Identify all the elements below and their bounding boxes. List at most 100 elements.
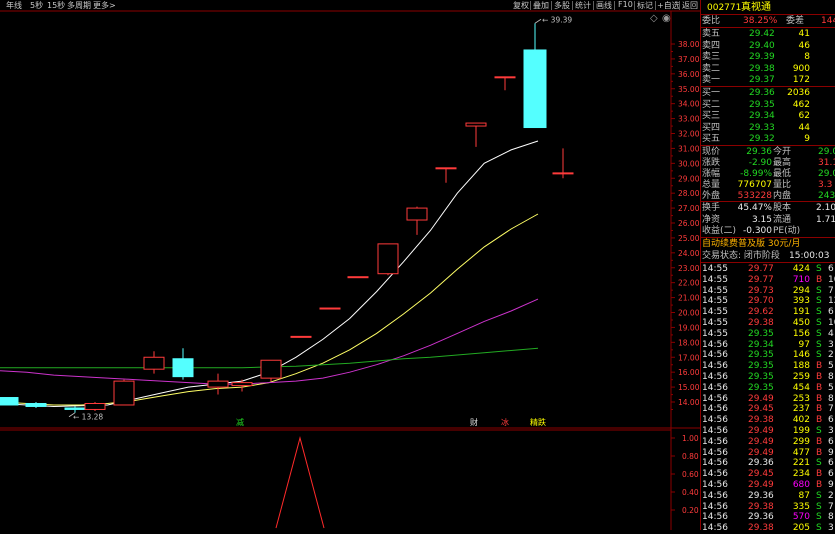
marker-jian[interactable]: 减: [236, 417, 244, 428]
price-axis-label: 15.00: [678, 383, 700, 392]
mark-button[interactable]: 标记: [637, 0, 653, 11]
price-axis-label: 16.00: [678, 368, 700, 377]
candle-body-up: [231, 382, 253, 387]
ask-price: 29.37: [749, 75, 775, 86]
bid-row[interactable]: 买三 29.34 62: [701, 110, 835, 122]
price-axis-label: 27.00: [678, 204, 700, 213]
ask-label: 卖一: [702, 75, 721, 86]
bid-volume: 62: [798, 111, 810, 122]
price-axis-label: 20.00: [678, 309, 700, 318]
low-price-label: ← 13.28: [73, 413, 103, 422]
ask-label: 卖五: [702, 29, 721, 39]
add-watchlist-button[interactable]: +自选: [657, 0, 680, 11]
ask-price: 29.40: [749, 40, 775, 51]
high-price-label: ← 39.39: [542, 15, 572, 24]
tick-volume: 205: [792, 523, 810, 534]
back-button[interactable]: 返回: [682, 0, 698, 11]
ask-label: 卖四: [702, 40, 721, 51]
price-axis-label: 14.00: [678, 398, 700, 407]
stat-value: 2.10: [816, 203, 835, 213]
bid-volume: 44: [798, 122, 810, 133]
bid-row[interactable]: 买二 29.35 462: [701, 99, 835, 111]
ask-label: 卖三: [702, 52, 721, 63]
indicator-axis-label: 0.20: [682, 506, 699, 515]
candle-body-up: [319, 307, 341, 310]
tick-count: 3: [828, 523, 834, 534]
ask-row[interactable]: 卖四 29.40 46: [701, 40, 835, 52]
stat-value: 1.71: [816, 214, 835, 225]
indicator-axis-label: 0.80: [682, 452, 699, 461]
stock-header: 002771 真视通: [701, 2, 835, 14]
ask-volume: 41: [798, 29, 810, 39]
ad-banner[interactable]: 自动续费普及版 30元/月: [701, 238, 835, 250]
candle-body-up: [143, 356, 165, 370]
bid-label: 买三: [702, 111, 721, 122]
marker-bing[interactable]: 冰: [501, 417, 509, 428]
candle-body-down: [25, 402, 47, 407]
price-axis-label: 21.00: [678, 294, 700, 303]
price-axis-label: 31.00: [678, 144, 700, 153]
bid-row[interactable]: 买四 29.33 44: [701, 122, 835, 134]
tick-time: 14:56: [702, 523, 728, 534]
ad-text[interactable]: 自动续费普及版 30元/月: [702, 238, 800, 250]
bid-label: 买五: [702, 134, 721, 145]
stat-label: 换手: [702, 203, 721, 213]
restore-rights-button[interactable]: 复权: [513, 0, 529, 11]
period-15s-button[interactable]: 15秒: [47, 0, 65, 11]
more-button[interactable]: 更多>: [93, 0, 116, 11]
kline-chart[interactable]: ← 39.39 ← 13.28 38.00 37.00 36.00 35.00 34.00…: [0, 0, 700, 530]
candle-body-down: [0, 397, 19, 406]
candle-body-up: [207, 380, 229, 388]
ask-row[interactable]: 卖二 29.38 900: [701, 63, 835, 75]
price-axis-label: 36.00: [678, 70, 700, 79]
stat-value: -0.300: [742, 226, 772, 236]
tick-row: 14:56 29.38 205 S 3: [701, 522, 835, 534]
multi-stock-button[interactable]: 多股: [554, 0, 570, 11]
ask-price: 29.39: [749, 52, 775, 63]
ask-volume: 46: [798, 40, 810, 51]
stock-code: 002771: [707, 3, 742, 13]
ask-row[interactable]: 卖三 29.39 8: [701, 51, 835, 63]
bid-row[interactable]: 买一 29.36 2036: [701, 87, 835, 99]
draw-line-button[interactable]: 画线: [596, 0, 612, 11]
close-icon[interactable]: ◉: [662, 13, 671, 24]
multi-period-button[interactable]: 多周期: [67, 0, 91, 11]
price-axis-label: 23.00: [678, 264, 700, 273]
price-axis-label: 26.00: [678, 219, 700, 228]
ask-volume: 172: [792, 75, 810, 86]
stat-value: 3.15: [751, 214, 772, 225]
candle-body-up: [113, 380, 135, 406]
candle-body-up: [406, 207, 428, 221]
f10-button[interactable]: F10: [618, 0, 633, 9]
bid-row[interactable]: 买五 29.32 9: [701, 133, 835, 145]
price-axis-label: 34.00: [678, 100, 700, 109]
indicator-axis-label: 0.40: [682, 488, 699, 497]
bid-price: 29.34: [749, 111, 775, 122]
stat2-row: 收益(二) -0.300 PE(动): [701, 225, 835, 237]
indicator-axis-label: 0.60: [682, 470, 699, 479]
bid-price: 29.32: [749, 134, 775, 145]
candle-body-up: [465, 122, 487, 127]
overlay-button[interactable]: 叠加: [533, 0, 549, 11]
statistics-button[interactable]: 统计: [575, 0, 591, 11]
candle-body-down: [64, 407, 86, 410]
price-axis-label: 30.00: [678, 159, 700, 168]
ask-row[interactable]: 卖五 29.42 41: [701, 28, 835, 40]
chart-toolbar: 年线 5秒 15秒 多周期 更多> 复权 叠加 多股 统计 画线 F10 标记 …: [0, 0, 700, 24]
ask-price: 29.38: [749, 63, 775, 74]
period-5s-button[interactable]: 5秒: [30, 0, 43, 11]
stat-value: 45.47%: [737, 203, 772, 213]
stat-label: PE(动): [773, 226, 801, 236]
bid-price: 29.35: [749, 99, 775, 110]
stat2-row: 净资 3.15 流通 1.71: [701, 214, 835, 226]
tick-price: 29.38: [748, 523, 774, 534]
period-year-button[interactable]: 年线: [6, 0, 22, 11]
ask-row[interactable]: 卖一 29.37 172: [701, 74, 835, 86]
price-axis-label: 18.00: [678, 338, 700, 347]
weicha-value: 144: [821, 16, 835, 26]
marker-cai[interactable]: 财: [470, 417, 478, 428]
marker-jingdie[interactable]: 精跌: [530, 417, 546, 428]
weibi-value: 38.25%: [743, 16, 778, 26]
restore-icon[interactable]: ◇: [650, 13, 658, 24]
stat-label: 股本: [773, 203, 792, 213]
